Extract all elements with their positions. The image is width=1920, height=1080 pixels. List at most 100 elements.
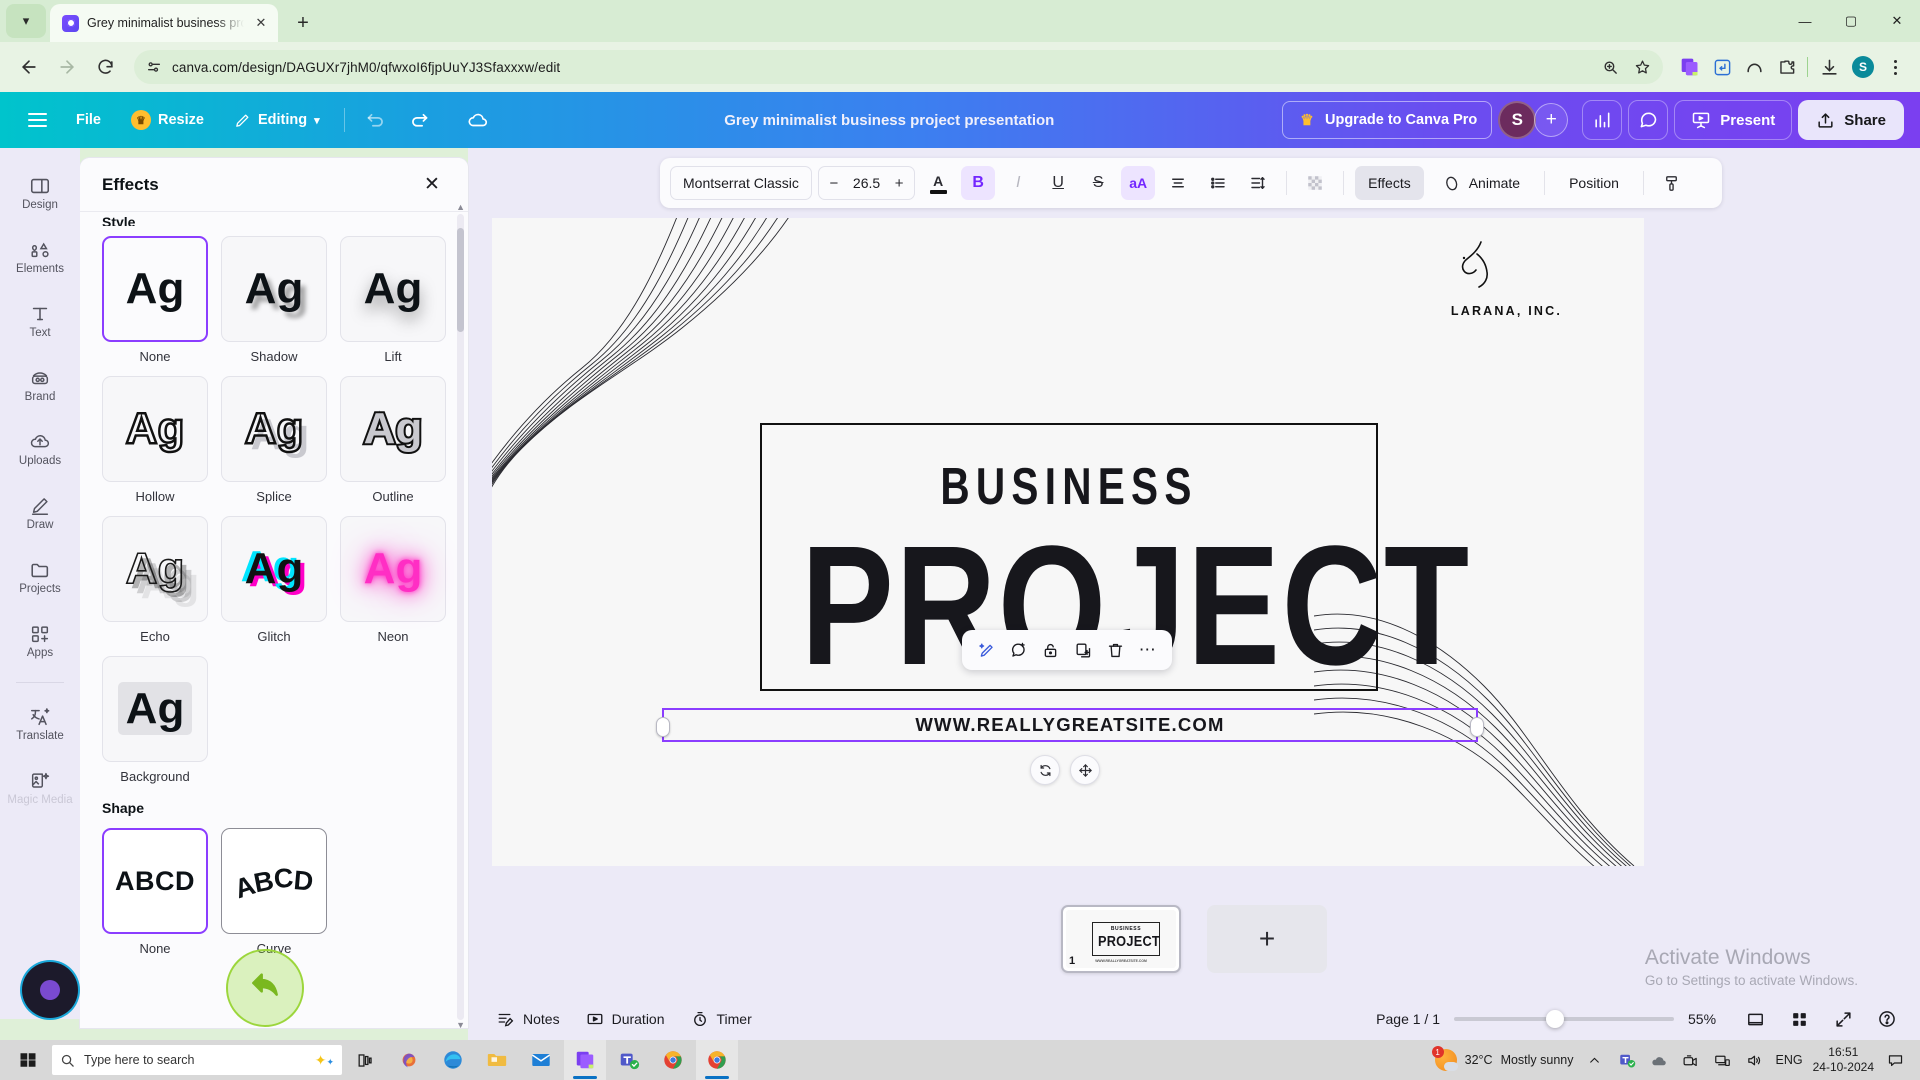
effects-button[interactable]: Effects — [1355, 166, 1424, 200]
style-option-lift[interactable]: Ag Lift — [340, 236, 446, 364]
taskbar-mail-icon[interactable] — [520, 1040, 562, 1080]
font-size-stepper[interactable]: − 26.5 + — [817, 166, 916, 200]
bullet-list-icon[interactable] — [1201, 166, 1235, 200]
grid-view-icon[interactable] — [1784, 1004, 1814, 1034]
style-swatch-none[interactable]: Ag — [102, 236, 208, 342]
grammarly-extension-icon[interactable] — [1707, 52, 1737, 82]
upgrade-to-canva-pro-button[interactable]: ♛ Upgrade to Canva Pro — [1281, 101, 1493, 139]
design-title[interactable]: Grey minimalist business project present… — [503, 112, 1276, 129]
menu-item-editing[interactable]: Editing ▾ — [222, 102, 332, 138]
taskbar-chrome-icon-a[interactable] — [652, 1040, 694, 1080]
taskbar-teams-icon[interactable] — [608, 1040, 650, 1080]
share-button[interactable]: Share — [1798, 100, 1904, 140]
style-option-none[interactable]: Ag None — [102, 236, 208, 364]
shape-option-none[interactable]: ABCD None — [102, 828, 208, 956]
shape-option-curve[interactable]: ABCD Curve — [221, 828, 327, 956]
action-center-icon[interactable] — [1884, 1052, 1906, 1069]
zoom-in-address-icon[interactable] — [1595, 52, 1625, 82]
italic-button[interactable]: I — [1001, 166, 1035, 200]
style-swatch-echo[interactable]: Ag — [102, 516, 208, 622]
notes-button[interactable]: Notes — [486, 1003, 571, 1035]
resize-handle-right[interactable] — [1470, 717, 1484, 737]
shape-swatch-curve[interactable]: ABCD — [221, 828, 327, 934]
zoom-slider-knob[interactable] — [1546, 1010, 1564, 1028]
sidebar-item-translate[interactable]: Translate — [4, 693, 76, 755]
rotate-handle-icon[interactable] — [1030, 755, 1060, 785]
canva-extension-icon[interactable] — [1675, 52, 1705, 82]
animate-button[interactable]: Animate — [1430, 166, 1533, 200]
style-swatch-glitch[interactable]: Ag — [221, 516, 327, 622]
font-size-value[interactable]: 26.5 — [853, 175, 880, 191]
bold-button[interactable]: B — [961, 166, 996, 200]
more-options-icon[interactable]: ⋯ — [1135, 637, 1161, 663]
window-minimize-button[interactable]: — — [1782, 0, 1828, 42]
canva-home-menu-icon[interactable] — [16, 99, 58, 141]
zoom-slider[interactable] — [1454, 1010, 1674, 1028]
sidebar-item-projects[interactable]: Projects — [4, 546, 76, 608]
reload-icon[interactable] — [88, 50, 122, 84]
style-option-neon[interactable]: Ag Neon — [340, 516, 446, 644]
style-swatch-lift[interactable]: Ag — [340, 236, 446, 342]
forward-icon[interactable] — [50, 50, 84, 84]
taskbar-weather-widget[interactable]: 1 32°C Mostly sunny — [1431, 1046, 1574, 1071]
windows-start-button[interactable] — [6, 1040, 50, 1080]
screen-recorder-indicator[interactable] — [22, 962, 78, 1018]
sidebar-item-design[interactable]: Design — [4, 162, 76, 224]
extensions-puzzle-icon[interactable] — [1771, 52, 1801, 82]
style-option-outline[interactable]: Ag Outline — [340, 376, 446, 504]
sidebar-item-magic-media[interactable]: Magic Media — [4, 757, 76, 819]
page-thumbnail-1[interactable]: BUSINESS PROJECT WWW.REALLYGREATSITE.COM… — [1061, 905, 1181, 973]
taskbar-clock[interactable]: 16:51 24-10-2024 — [1813, 1045, 1874, 1075]
arc-extension-icon[interactable] — [1739, 52, 1769, 82]
zoom-level-label[interactable]: 55% — [1688, 1011, 1726, 1027]
shape-swatch-none[interactable]: ABCD — [102, 828, 208, 934]
style-option-splice[interactable]: Ag Splice — [221, 376, 327, 504]
panel-scrollbar-track[interactable] — [457, 214, 464, 1020]
scroll-down-arrow-icon[interactable]: ▼ — [456, 1020, 465, 1028]
menu-item-file[interactable]: File — [64, 102, 113, 138]
undo-icon[interactable] — [357, 101, 395, 139]
text-color-button[interactable]: A — [921, 166, 955, 200]
menu-item-resize[interactable]: ♛ Resize — [119, 102, 216, 138]
font-size-decrement-button[interactable]: − — [825, 175, 843, 192]
present-button[interactable]: Present — [1674, 100, 1793, 140]
position-button[interactable]: Position — [1556, 166, 1632, 200]
scroll-up-arrow-icon[interactable]: ▲ — [456, 202, 465, 212]
comment-icon[interactable] — [1005, 637, 1031, 663]
sidebar-item-brand[interactable]: Brand — [4, 354, 76, 416]
move-handle-icon[interactable] — [1070, 755, 1100, 785]
user-avatar[interactable]: S — [1498, 101, 1537, 139]
help-icon[interactable] — [1872, 1004, 1902, 1034]
style-swatch-splice[interactable]: Ag — [221, 376, 327, 482]
redo-icon[interactable] — [401, 101, 439, 139]
strikethrough-button[interactable]: S — [1081, 166, 1115, 200]
transparency-icon[interactable] — [1298, 166, 1332, 200]
tray-teams-icon[interactable] — [1616, 1051, 1638, 1069]
selected-url-text-element[interactable]: WWW.REALLYGREATSITE.COM — [656, 708, 1484, 742]
site-settings-icon[interactable] — [146, 59, 162, 75]
duration-button[interactable]: Duration — [575, 1003, 676, 1035]
style-option-hollow[interactable]: Ag Hollow — [102, 376, 208, 504]
window-maximize-button[interactable]: ▢ — [1828, 0, 1874, 42]
style-option-glitch[interactable]: Ag Glitch — [221, 516, 327, 644]
invite-members-button[interactable]: + — [1534, 103, 1569, 137]
style-swatch-shadow[interactable]: Ag — [221, 236, 327, 342]
style-swatch-hollow[interactable]: Ag — [102, 376, 208, 482]
zoom-slider-track[interactable] — [1454, 1017, 1674, 1021]
comments-icon[interactable] — [1628, 100, 1669, 140]
tray-language-indicator[interactable]: ENG — [1776, 1053, 1803, 1067]
delete-icon[interactable] — [1102, 637, 1128, 663]
browser-profile-avatar[interactable]: S — [1852, 56, 1874, 78]
taskbar-search-box[interactable]: Type here to search ✦✦ — [52, 1045, 342, 1075]
text-align-icon[interactable] — [1161, 166, 1195, 200]
insights-chart-icon[interactable] — [1582, 100, 1623, 140]
close-icon[interactable]: ✕ — [416, 169, 448, 201]
copilot-sparkle-icon[interactable]: ✦✦ — [315, 1052, 334, 1069]
bookmark-star-icon[interactable] — [1627, 52, 1657, 82]
taskbar-chrome-icon-s[interactable] — [696, 1040, 738, 1080]
sidebar-item-uploads[interactable]: Uploads — [4, 418, 76, 480]
sidebar-item-apps[interactable]: Apps — [4, 610, 76, 672]
taskbar-copilot-icon[interactable] — [388, 1040, 430, 1080]
tray-volume-icon[interactable] — [1744, 1052, 1766, 1069]
tray-network-icon[interactable] — [1712, 1052, 1734, 1069]
